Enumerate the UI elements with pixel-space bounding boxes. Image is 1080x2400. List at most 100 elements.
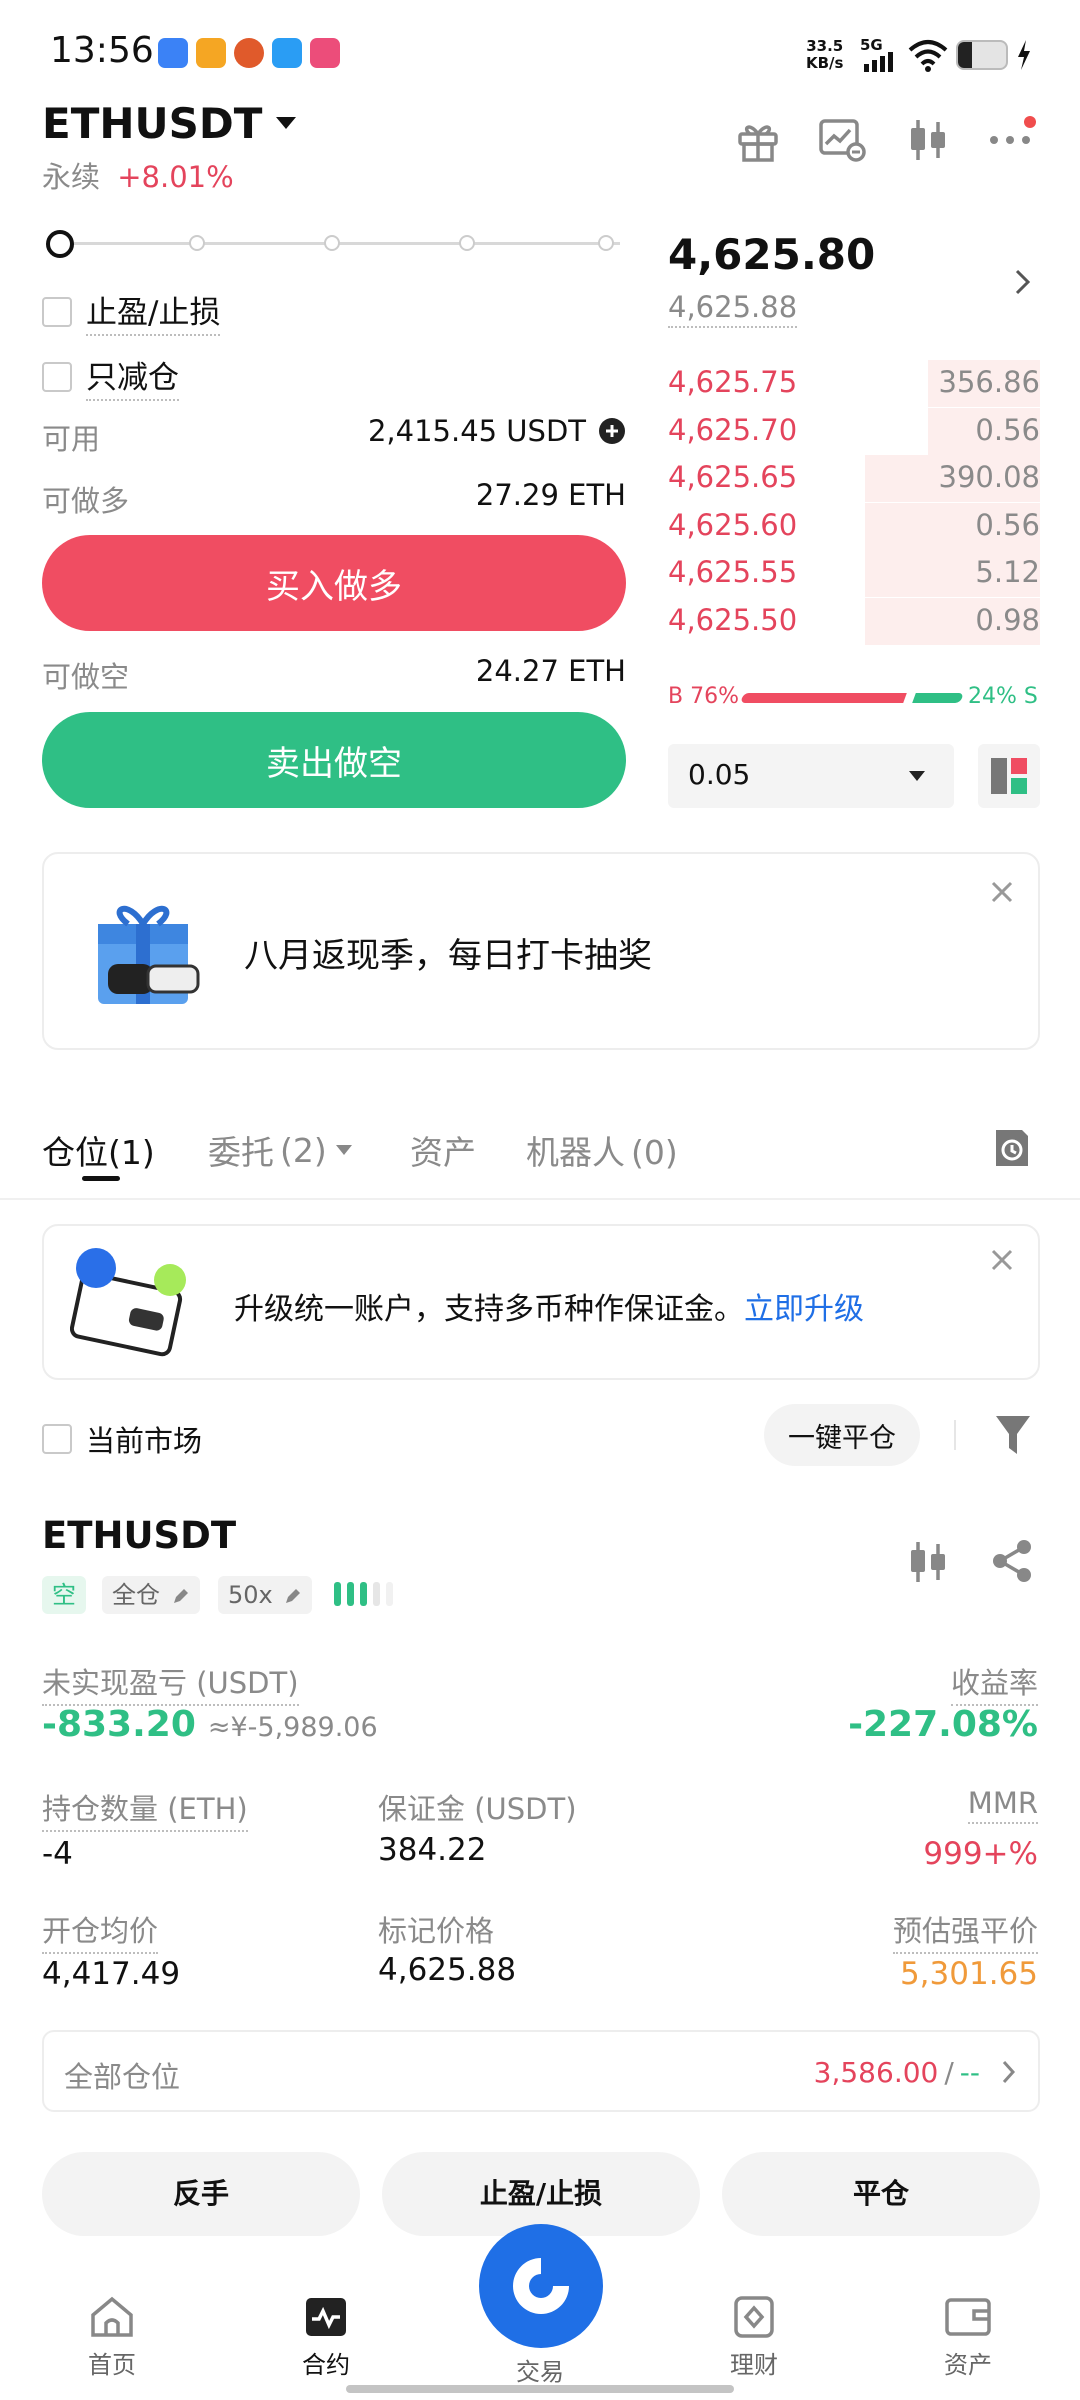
promo-text: 八月返现季，每日打卡抽奖 — [244, 936, 652, 976]
orderbook-ask-row[interactable]: 4,625.50 0.98 — [668, 597, 1040, 645]
status-time: 13:56 — [50, 30, 154, 71]
nav-trade-label[interactable]: 交易 — [470, 2352, 610, 2387]
chevron-right-icon[interactable] — [1014, 268, 1032, 296]
position-symbol[interactable]: ETHUSDT — [42, 1514, 236, 1557]
charging-icon — [1018, 40, 1030, 70]
mark-price-value: 4,625.88 — [378, 1952, 517, 1988]
upgrade-banner[interactable]: 升级统一账户，支持多币种作保证金。立即升级 — [42, 1224, 1040, 1380]
network-speed: 33.5 KB/s — [806, 37, 844, 72]
orderbook-ask-row[interactable]: 4,625.70 0.56 — [668, 407, 1040, 455]
home-icon — [91, 2296, 133, 2337]
nav-earn[interactable]: 理财 — [684, 2295, 824, 2380]
sell-short-button[interactable]: 卖出做空 — [42, 712, 626, 808]
tab-positions[interactable]: 仓位(1) — [42, 1126, 155, 1181]
ask-price: 4,625.70 — [668, 412, 798, 447]
max-long-value: 27.29 ETH — [475, 478, 626, 512]
orderbook-ask-row[interactable]: 4,625.55 5.12 — [668, 550, 1040, 597]
candlestick-icon[interactable] — [906, 116, 950, 164]
tpsl-checkbox-box[interactable] — [42, 296, 72, 327]
trade-logo-icon — [513, 2258, 569, 2314]
liq-price-label: 预估强平价 — [892, 1908, 1038, 1954]
chart-toggle-icon[interactable] — [818, 118, 866, 162]
tab-active-indicator — [82, 1176, 120, 1181]
reduce-only-label: 只减仓 — [86, 352, 179, 401]
buy-ratio-label: B 76% — [668, 684, 739, 709]
pnl-cny: ≈¥-5,989.06 — [207, 1712, 378, 1743]
all-positions-value: 3,586.00/-- — [813, 2056, 980, 2089]
ask-price: 4,625.65 — [668, 460, 798, 494]
mmr-value: 999+% — [923, 1836, 1038, 1872]
max-short-label: 可做空 — [42, 660, 130, 694]
wallet-illustration — [70, 1248, 186, 1357]
tab-bots[interactable]: 机器人 (0) — [526, 1126, 678, 1174]
entry-price-value: 4,417.49 — [42, 1956, 181, 1992]
upgrade-link[interactable]: 立即升级 — [744, 1292, 864, 1327]
all-positions-row[interactable]: 全部仓位 3,586.00/-- — [42, 2030, 1040, 2112]
roe-value: -227.08% — [848, 1704, 1038, 1745]
slider-handle[interactable] — [46, 230, 74, 258]
trade-fab[interactable] — [479, 2224, 603, 2348]
gift-icon[interactable] — [736, 118, 780, 162]
nav-assets[interactable]: 资产 — [898, 2295, 1038, 2380]
history-icon[interactable] — [992, 1126, 1032, 1170]
nav-futures[interactable]: 合约 — [256, 2295, 396, 2380]
status-app-icons — [158, 38, 340, 68]
candlestick-icon[interactable] — [906, 1538, 950, 1586]
current-market-label: 当前市场 — [86, 1424, 203, 1458]
ask-price: 4,625.55 — [668, 555, 798, 589]
last-price: 4,625.80 — [668, 230, 876, 279]
margin-label: 保证金 (USDT) — [378, 1792, 577, 1826]
notification-dot — [1024, 116, 1036, 128]
tabs-divider — [0, 1198, 1080, 1200]
sell-ratio-label: 24% S — [968, 684, 1038, 709]
size-label: 持仓数量 (ETH) — [42, 1786, 248, 1832]
ask-quantity: 0.56 — [975, 412, 1040, 447]
orderbook-ask-row[interactable]: 4,625.65 390.08 — [668, 455, 1040, 502]
mark-price: 4,625.88 — [668, 290, 798, 328]
buy-long-button[interactable]: 买入做多 — [42, 535, 626, 631]
promo-banner[interactable]: 八月返现季，每日打卡抽奖 — [42, 852, 1040, 1050]
tab-assets[interactable]: 资产 — [410, 1126, 476, 1174]
pnl-label: 未实现盈亏 (USDT) — [42, 1660, 299, 1706]
precision-value: 0.05 — [688, 758, 751, 791]
liq-price-value: 5,301.65 — [899, 1956, 1038, 1992]
available-value: 2,415.45 USDT — [368, 414, 626, 448]
close-all-button[interactable]: 一键平仓 — [764, 1404, 920, 1466]
reduce-only-checkbox-box[interactable] — [42, 361, 72, 392]
filter-divider — [954, 1420, 956, 1450]
filter-icon[interactable] — [994, 1414, 1032, 1456]
pnl-value: -833.20 — [42, 1704, 196, 1745]
chevron-down-icon — [276, 117, 297, 129]
close-icon[interactable] — [990, 880, 1014, 904]
chevron-right-icon — [1002, 2060, 1016, 2084]
margin-mode-tag[interactable]: 全仓 — [102, 1576, 200, 1614]
current-market-checkbox[interactable]: 当前市场 — [42, 1418, 202, 1460]
tpsl-label: 止盈/止损 — [86, 287, 221, 336]
orderbook-layout-button[interactable] — [978, 744, 1040, 808]
side-tag: 空 — [42, 1576, 86, 1614]
symbol-subtitle: 永续 +8.01% — [42, 160, 234, 194]
pnl-row: -833.20 ≈¥-5,989.06 — [42, 1704, 378, 1745]
ask-quantity: 5.12 — [975, 555, 1040, 589]
ask-quantity: 0.56 — [975, 507, 1040, 542]
size-value: -4 — [42, 1836, 73, 1872]
share-icon[interactable] — [990, 1538, 1034, 1584]
orderbook-ask-row[interactable]: 4,625.75 356.86 — [668, 360, 1040, 407]
tpsl-checkbox[interactable]: 止盈/止损 — [42, 287, 221, 336]
reverse-button[interactable]: 反手 — [42, 2152, 360, 2236]
ask-quantity: 390.08 — [938, 460, 1040, 494]
leverage-tag[interactable]: 50x — [218, 1576, 313, 1614]
mmr-label: MMR — [967, 1786, 1038, 1824]
symbol-selector[interactable]: ETHUSDT — [42, 98, 298, 148]
roe-label: 收益率 — [950, 1660, 1038, 1706]
orderbook-ask-row[interactable]: 4,625.60 0.56 — [668, 502, 1040, 550]
current-market-checkbox-box[interactable] — [42, 1424, 72, 1454]
close-icon[interactable] — [990, 1248, 1014, 1272]
close-position-button[interactable]: 平仓 — [722, 2152, 1040, 2236]
precision-select[interactable]: 0.05 — [668, 744, 954, 808]
reduce-only-checkbox[interactable]: 只减仓 — [42, 352, 179, 401]
add-funds-icon[interactable] — [598, 417, 626, 445]
tab-orders[interactable]: 委托 (2) — [208, 1126, 353, 1174]
more-menu-icon[interactable] — [990, 112, 1038, 160]
nav-home[interactable]: 首页 — [42, 2295, 182, 2380]
